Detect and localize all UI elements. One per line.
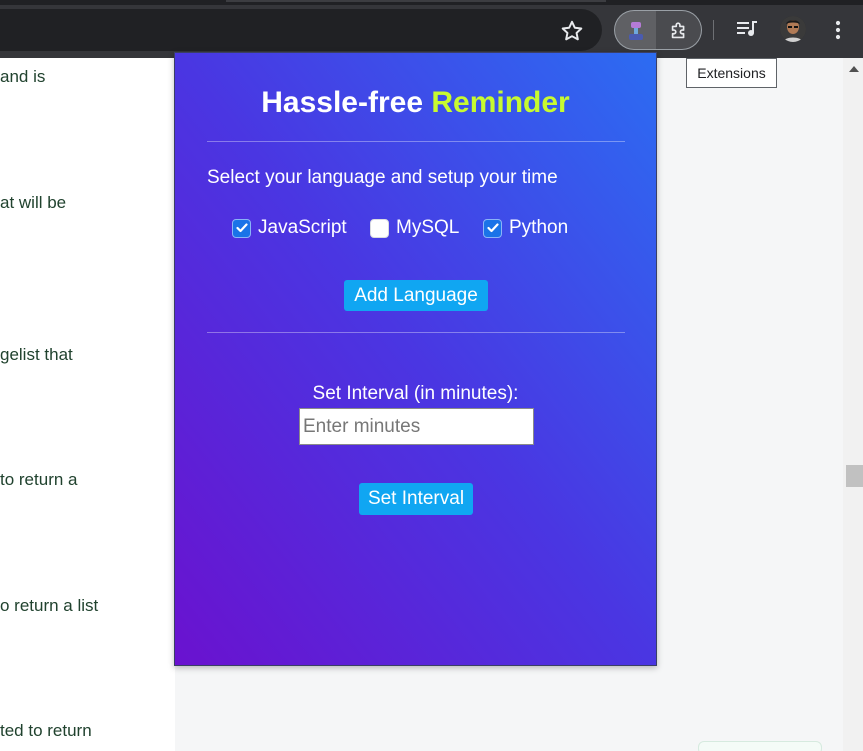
- scrollbar-thumb[interactable]: [846, 465, 863, 487]
- interval-label: Set Interval (in minutes):: [312, 383, 519, 404]
- checkmark-icon: [235, 223, 248, 233]
- page-text-snippet: o return a list: [0, 596, 99, 615]
- add-language-button[interactable]: Add Language: [344, 280, 488, 311]
- profile-avatar[interactable]: [780, 16, 806, 42]
- extensions-tooltip: Extensions: [686, 58, 777, 88]
- tab-strip: [0, 0, 863, 5]
- extension-popup: Hassle-free Reminder Select your languag…: [174, 52, 657, 666]
- page-text-snippet: to return a: [0, 470, 78, 489]
- popup-subtitle: Select your language and setup your time: [207, 167, 558, 188]
- scroll-up-arrow-icon[interactable]: [849, 66, 859, 72]
- title-main: Hassle-free: [261, 86, 424, 119]
- browser-toolbar: [0, 0, 863, 58]
- checkmark-icon: [486, 223, 499, 233]
- popup-title: Hassle-free Reminder: [175, 86, 656, 120]
- page-chip: [698, 741, 822, 751]
- puzzle-icon: [671, 22, 685, 39]
- reminder-extension-button[interactable]: [614, 10, 656, 50]
- reminder-extension-icon: [626, 20, 646, 42]
- set-interval-button[interactable]: Set Interval: [359, 483, 473, 515]
- page-text-snippet: at will be: [0, 193, 67, 212]
- playlist-music-icon[interactable]: [735, 18, 759, 40]
- title-accent: Reminder: [431, 86, 570, 119]
- divider: [207, 141, 625, 142]
- page-text-snippet: and is: [0, 67, 46, 86]
- checkbox-python[interactable]: [483, 218, 502, 238]
- checkbox-mysql[interactable]: [370, 218, 389, 238]
- page-scrollbar[interactable]: [843, 58, 863, 751]
- extensions-button[interactable]: [656, 10, 702, 50]
- language-option-python[interactable]: Python: [483, 215, 568, 241]
- minutes-input[interactable]: Enter minutes: [299, 408, 534, 445]
- three-dots-vertical-icon[interactable]: [828, 17, 848, 43]
- language-label: MySQL: [396, 217, 460, 238]
- address-bar[interactable]: [0, 9, 602, 51]
- checkbox-javascript[interactable]: [232, 218, 251, 238]
- language-label: Python: [509, 217, 569, 238]
- bookmark-star-icon[interactable]: [559, 18, 585, 44]
- language-label: JavaScript: [258, 217, 347, 238]
- divider: [207, 332, 625, 333]
- page-text-snippet: ted to return: [0, 721, 92, 740]
- language-option-javascript[interactable]: JavaScript: [232, 215, 347, 241]
- language-option-mysql[interactable]: MySQL: [370, 215, 459, 241]
- page-content-left: [0, 58, 175, 751]
- page-text-snippet: gelist that: [0, 345, 73, 364]
- toolbar-separator: [713, 20, 714, 40]
